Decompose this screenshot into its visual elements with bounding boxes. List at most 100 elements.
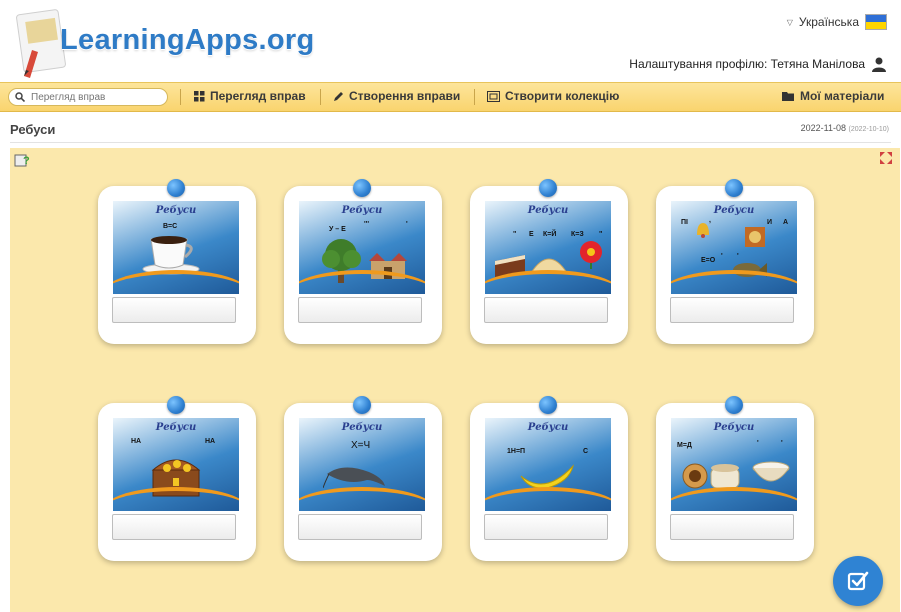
decor-wave [671,487,797,511]
decor-wave [113,270,239,294]
rebus-clue: К=Й [543,231,557,238]
rebus-clue: С [583,448,589,455]
decor-wave [671,270,797,294]
date-created: (2022-10-10) [848,126,889,133]
coffee-cup-icon [142,236,200,275]
rebus-card: Ребуси В=С [98,179,256,344]
ukraine-flag-icon [865,14,887,30]
answer-input[interactable] [670,514,794,540]
rebus-card: Ребуси У – Е ''' ' [284,179,442,344]
nav-divider [320,89,321,105]
grid-icon [194,90,205,101]
date-modified: 2022-11-08 [800,123,847,133]
search-input[interactable] [29,90,163,104]
rebus-clue: " [513,231,517,238]
rebus-clue: У – Е [329,226,346,233]
nav-browse-apps[interactable]: Перегляд вправ [194,89,306,103]
user-icon [872,57,886,72]
search-box[interactable] [8,88,168,106]
site-logo[interactable]: LearningApps.org [60,24,315,57]
rebus-clue: К=З [571,231,584,238]
rebus-card: Ребуси М=Д ' ' [656,396,814,561]
rebus-clue: Е [529,231,534,238]
nav-create-label: Створення вправи [349,89,461,103]
rebus-clue: М=Д [677,442,692,449]
pin-icon [167,179,185,197]
help-icon[interactable]: ? [14,152,30,168]
answer-input[interactable] [112,297,236,323]
rebus-image: Ребуси 1Н=П С [485,418,611,511]
rebus-image: Ребуси ПІ , И А Е=О ' ' [671,201,797,294]
pin-icon [725,396,743,414]
answer-input[interactable] [484,514,608,540]
rebus-card: Ребуси " Е К=Й К=З " [470,179,628,344]
rebus-clue: ' [406,221,408,228]
dropdown-triangle-icon: ▽ [786,17,793,27]
rebus-clue: ' [781,440,783,447]
nav-create-app[interactable]: Створення вправи [333,89,460,103]
rebus-clue: НА [205,438,216,445]
main-navbar: Перегляд вправ Створення вправи Створити… [0,82,901,112]
pin-icon [353,179,371,197]
pin-icon [353,396,371,414]
pin-icon [725,179,743,197]
app-stage: ? Ребуси В=С Ребуси У – Е ''' ' Ребуси "… [10,148,900,612]
collection-icon [487,90,500,102]
rebus-clue: " [599,231,603,238]
check-answers-button[interactable] [833,556,883,606]
rebus-title: Ребуси [341,422,383,433]
rebus-card: Ребуси Х=Ч [284,396,442,561]
answer-input[interactable] [484,297,608,323]
rebus-image: Ребуси У – Е ''' ' [299,201,425,294]
answer-input[interactable] [112,514,236,540]
header: LearningApps.org ▽ Українська Налаштуван… [0,0,901,82]
pin-icon [167,396,185,414]
profile-label: Налаштування профілю: Тетяна Манілова [629,57,865,71]
decor-wave [113,487,239,511]
pin-icon [539,396,557,414]
fullscreen-icon[interactable] [880,152,892,164]
rebus-image: Ребуси М=Д ' ' [671,418,797,511]
language-selector[interactable]: ▽ Українська [787,14,887,30]
profile-link[interactable]: Налаштування профілю: Тетяна Манілова [629,56,887,72]
nav-create-collection[interactable]: Створити колекцію [487,89,619,103]
rebus-title: Ребуси [527,422,569,433]
answer-input[interactable] [670,297,794,323]
rebus-card: Ребуси ПІ , И А Е=О ' ' [656,179,814,344]
pin-icon [539,179,557,197]
svg-text:?: ? [23,155,30,167]
pencil-icon [334,91,343,101]
nav-collection-label: Створити колекцію [505,89,620,103]
search-icon [15,92,25,102]
rebus-image: Ребуси В=С [113,201,239,294]
language-label: Українська [798,15,859,29]
rebus-image: Ребуси Х=Ч [299,418,425,511]
checkbox-check-icon [847,571,869,591]
rebus-clue: 1Н=П [507,448,526,455]
page-title: Ребуси [10,122,56,137]
rebus-clue: НА [131,438,142,445]
nav-materials-label: Мої матеріали [800,89,885,103]
answer-input[interactable] [298,297,422,323]
rebus-image: Ребуси НА НА [113,418,239,511]
app-title-row: Ребуси 2022-11-08 (2022-10-10) [10,118,891,143]
rebus-clue: А [783,219,789,226]
bell-icon [697,223,709,238]
app-date: 2022-11-08 (2022-10-10) [801,123,889,133]
nav-my-materials[interactable]: Мої матеріали [782,89,884,103]
rebus-title: Ребуси [713,422,755,433]
rebus-clue: И [767,219,773,226]
bowl-icon [752,461,790,482]
rebus-clue: ПІ [681,219,688,226]
rebus-clue: Х=Ч [351,440,371,451]
nav-divider [474,89,475,105]
decor-wave [485,487,611,511]
rebus-clue: Е=О [701,257,716,264]
answer-input[interactable] [298,514,422,540]
decor-wave [485,270,611,294]
rebus-card: Ребуси 1Н=П С [470,396,628,561]
rebus-clue: ' [757,440,759,447]
rebus-image: Ребуси " Е К=Й К=З " [485,201,611,294]
catfish-icon [323,467,385,489]
rebus-clue: ' [721,253,723,260]
